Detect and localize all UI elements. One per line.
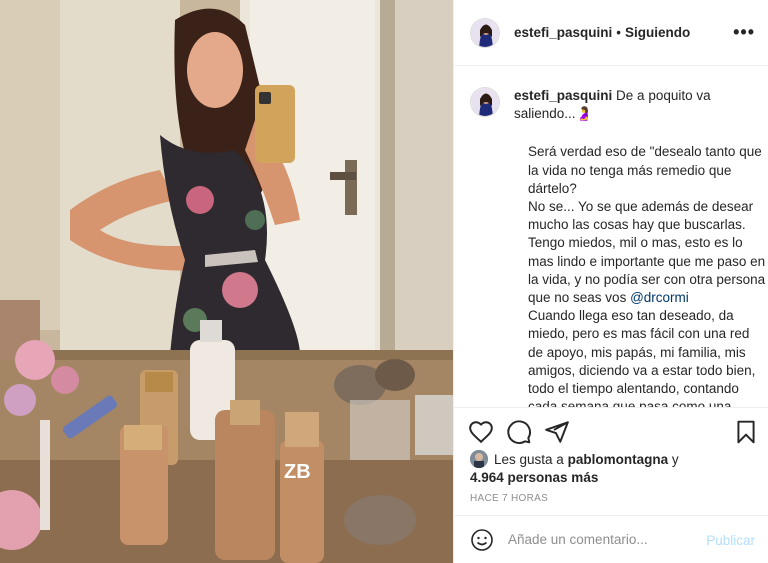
caption-headline: estefi_pasquini De a poquito va saliendo… (514, 87, 753, 123)
comment-input[interactable] (508, 532, 698, 547)
pregnant-emoji: 🤰 (575, 106, 593, 122)
liker-username-link[interactable]: pablomontagna (568, 452, 669, 467)
following-button[interactable]: Siguiendo (625, 25, 690, 40)
more-icon[interactable]: ••• (733, 22, 755, 43)
share-icon[interactable] (544, 419, 570, 445)
likes-prefix: Les gusta a (494, 452, 564, 467)
post-timestamp[interactable]: HACE 7 HORAS (470, 493, 548, 504)
author-avatar[interactable] (470, 17, 500, 48)
caption-row: estefi_pasquini De a poquito va saliendo… (470, 87, 753, 123)
caption-username-link[interactable]: estefi_pasquini (514, 88, 612, 103)
comment-icon[interactable] (506, 419, 532, 445)
liker-avatar[interactable] (470, 450, 488, 468)
post-details-panel: estefi_pasquini • Siguiendo ••• estefi_p… (453, 0, 768, 563)
smiley-icon[interactable] (470, 528, 494, 552)
caption-paragraph-2: No se... Yo se que además de desear much… (528, 198, 768, 307)
publish-button[interactable]: Publicar (706, 533, 755, 548)
post-photo[interactable]: ZB (0, 0, 453, 563)
caption-avatar[interactable] (470, 87, 500, 117)
post-header: estefi_pasquini • Siguiendo ••• (454, 0, 768, 66)
heart-icon[interactable] (468, 419, 494, 445)
mirror-selfie-image: ZB (0, 0, 453, 563)
svg-text:ZB: ZB (284, 461, 311, 483)
likes-summary: Les gusta a pablomontagna y 4.964 person… (470, 450, 760, 487)
comments-area[interactable]: estefi_pasquini De a poquito va saliendo… (454, 67, 768, 407)
caption-paragraph-3: Cuando llega eso tan deseado, da miedo, … (528, 308, 756, 407)
caption-body: Será verdad eso de "desealo tanto que la… (528, 143, 768, 407)
mention-link[interactable]: @drcormi (630, 290, 689, 305)
add-comment-bar: Publicar (454, 515, 768, 563)
bookmark-icon[interactable] (733, 419, 759, 445)
likes-count-link[interactable]: 4.964 personas más (470, 470, 598, 485)
likes-connector: y (671, 452, 679, 467)
separator-dot: • (616, 25, 622, 40)
caption-paragraph-1: Será verdad eso de "desealo tanto que la… (528, 144, 762, 196)
author-username-link[interactable]: estefi_pasquini (514, 25, 612, 40)
